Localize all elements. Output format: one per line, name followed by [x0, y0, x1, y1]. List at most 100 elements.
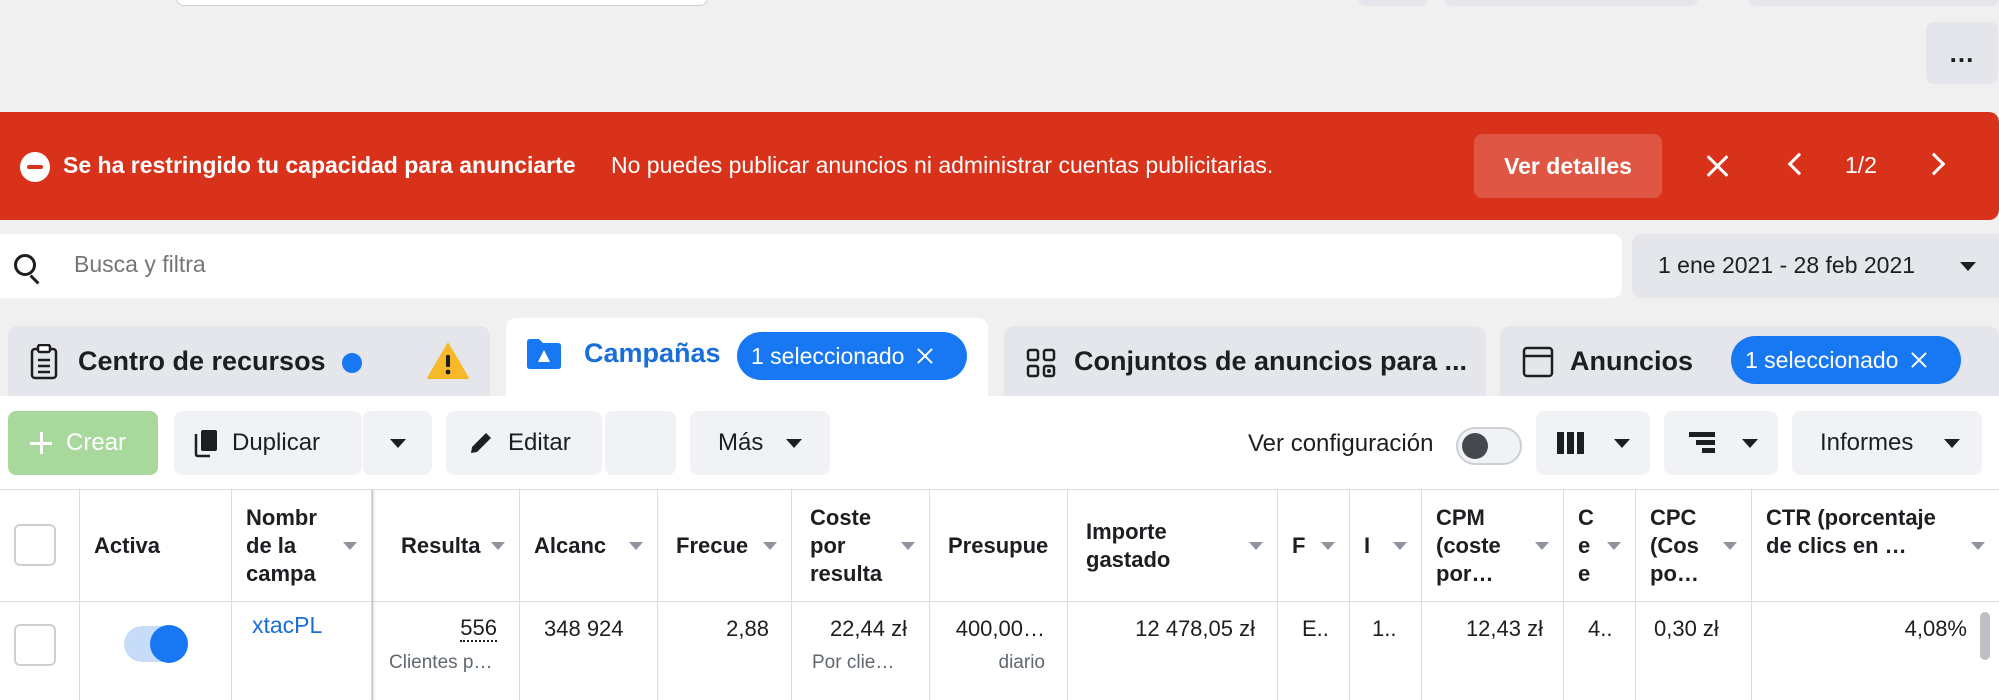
campaign-active-toggle[interactable] [124, 625, 188, 663]
chevron-down-icon [1607, 542, 1621, 550]
chevron-down-icon [786, 439, 802, 448]
amount-spent-value: 12 478,05 zł [1135, 616, 1255, 641]
results-cell: 556 Clientes p… [372, 602, 520, 700]
chevron-left-icon[interactable] [1787, 152, 1811, 176]
close-icon[interactable] [1910, 351, 1928, 369]
columns-icon [1557, 432, 1584, 454]
top-button[interactable] [1358, 0, 1428, 6]
more-options-label: ... [1949, 37, 1975, 68]
alert-message: No puedes publicar anuncios ni administr… [611, 152, 1274, 178]
edit-button[interactable]: Editar [446, 411, 602, 475]
column-header-label: I [1364, 533, 1371, 558]
column-header[interactable]: Resulta [372, 490, 520, 602]
column-header[interactable]: Frecue [658, 490, 792, 602]
edit-label: Editar [508, 429, 571, 456]
cost-per-result-type: Por clie… [812, 652, 895, 673]
results-value[interactable]: 556 [460, 616, 497, 642]
chevron-down-icon [1249, 542, 1263, 550]
column-header-label: F [1292, 533, 1306, 558]
table-cell: 4.. [1564, 602, 1636, 700]
top-button[interactable] [1748, 0, 1999, 6]
column-header[interactable]: Alcanc [520, 490, 658, 602]
column-header[interactable]: CPC (Cos po… [1636, 490, 1752, 602]
top-search-field[interactable] [176, 0, 708, 6]
column-header[interactable]: Nombr de la campa [232, 490, 372, 602]
column-header[interactable]: F [1278, 490, 1350, 602]
chevron-down-icon [763, 542, 777, 550]
cell-value: 1.. [1372, 616, 1397, 641]
chevron-down-icon [1614, 439, 1630, 448]
view-details-button[interactable]: Ver detalles [1474, 134, 1662, 198]
tab-ad-sets[interactable]: Conjuntos de anuncios para ... [1004, 326, 1486, 396]
column-header[interactable]: CTR (porcentaje de clics en … [1752, 490, 1999, 602]
pencil-icon [471, 433, 491, 453]
tab-ads[interactable]: Anuncios 1 seleccionado [1500, 326, 1999, 396]
column-header-label: Alcanc [534, 533, 607, 558]
no-entry-icon [20, 152, 50, 182]
cpc-value: 0,30 zł [1654, 616, 1719, 641]
clipboard-icon [30, 344, 58, 380]
cell-value: 4.. [1588, 616, 1613, 641]
more-options-button[interactable]: ... [1926, 22, 1998, 84]
breakdown-button[interactable] [1664, 411, 1778, 475]
chevron-down-icon [1971, 542, 1985, 550]
close-icon[interactable] [1697, 146, 1737, 186]
row-checkbox[interactable] [14, 624, 56, 666]
column-header[interactable]: CPM (coste por… [1422, 490, 1564, 602]
chevron-right-icon[interactable] [1922, 152, 1946, 176]
column-header[interactable]: I [1350, 490, 1422, 602]
chevron-down-icon [1960, 262, 1976, 271]
frequency-cell: 2,88 [658, 602, 792, 700]
cell-value: E.. [1302, 616, 1329, 641]
warning-icon [427, 343, 469, 379]
top-button[interactable] [1444, 0, 1698, 6]
duplicate-dropdown-button[interactable] [362, 411, 432, 475]
select-all-checkbox[interactable] [14, 524, 56, 566]
column-header[interactable]: Presupue [930, 490, 1068, 602]
more-button[interactable]: Más [690, 411, 830, 475]
notification-dot-icon [342, 353, 362, 373]
column-header-label: Frecue [676, 533, 749, 558]
ctr-cell: 4,08% [1752, 602, 1999, 700]
restriction-alert-banner: Se ha restringido tu capacidad para anun… [0, 112, 1999, 220]
tab-campaigns[interactable]: Campañas 1 seleccionado [506, 318, 988, 398]
column-header[interactable]: Importe gastado [1068, 490, 1278, 602]
selected-badge[interactable]: 1 seleccionado [1731, 336, 1961, 384]
edit-extra-button[interactable] [604, 411, 676, 475]
search-input[interactable] [74, 251, 1074, 278]
chevron-down-icon [629, 542, 643, 550]
alert-title: Se ha restringido tu capacidad para anun… [63, 152, 576, 178]
chevron-down-icon [1944, 439, 1960, 448]
table-cell: E.. [1278, 602, 1350, 700]
chevron-down-icon [1723, 542, 1737, 550]
table-cell: 1.. [1350, 602, 1422, 700]
column-header-label: CTR (porcentaje de clics en … [1766, 505, 1936, 558]
date-range-label: 1 ene 2021 - 28 feb 2021 [1658, 252, 1916, 278]
duplicate-button[interactable]: Duplicar [174, 411, 362, 475]
chevron-down-icon [389, 438, 406, 448]
close-icon[interactable] [916, 347, 934, 365]
cost-per-result-cell: 22,44 zł Por clie… [792, 602, 930, 700]
grid-icon [1026, 348, 1056, 378]
column-header-label: Presupue [948, 533, 1049, 558]
columns-button[interactable] [1536, 411, 1650, 475]
cost-per-result-value: 22,44 zł [829, 616, 907, 641]
selected-badge[interactable]: 1 seleccionado [737, 332, 967, 380]
date-range-button[interactable]: 1 ene 2021 - 28 feb 2021 [1632, 234, 1999, 298]
reports-button[interactable]: Informes [1792, 411, 1982, 475]
column-header[interactable]: Coste por resulta [792, 490, 930, 602]
create-button[interactable]: Crear [8, 411, 158, 475]
tab-resource-center[interactable]: Centro de recursos [8, 326, 490, 396]
column-header[interactable]: C e e [1564, 490, 1636, 602]
column-header[interactable]: Activa [80, 490, 232, 602]
plus-icon [30, 432, 52, 454]
tab-label: Centro de recursos [78, 346, 326, 376]
campaign-name-link[interactable]: xtacPL [252, 612, 322, 639]
column-header-label: Importe gastado [1086, 519, 1171, 572]
budget-cell: 400,00… diario [930, 602, 1068, 700]
column-header-label: Activa [94, 533, 161, 558]
amount-spent-cell: 12 478,05 zł [1068, 602, 1278, 700]
vertical-scrollbar[interactable] [1980, 612, 1990, 660]
view-settings-toggle[interactable] [1456, 427, 1522, 465]
search-bar[interactable] [0, 234, 1622, 298]
